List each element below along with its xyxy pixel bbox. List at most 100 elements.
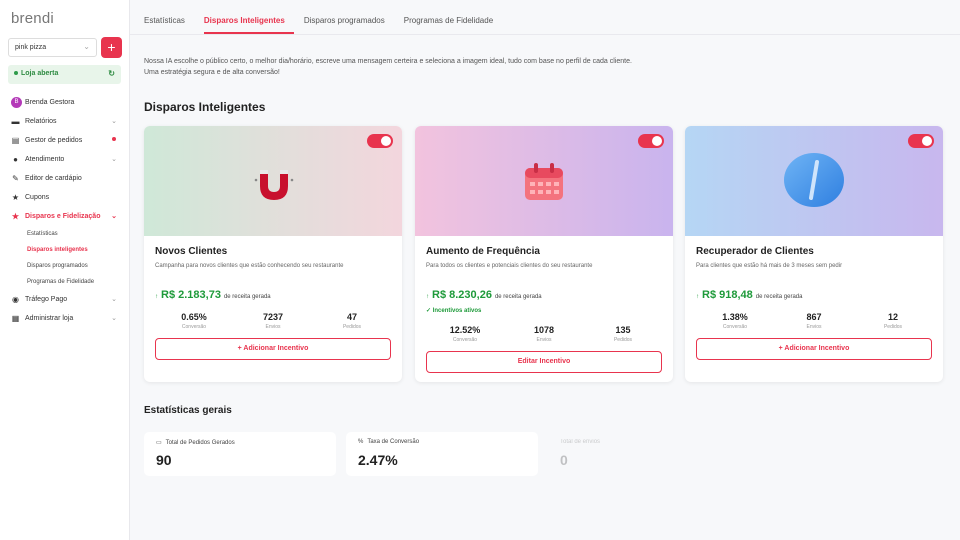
- chat-icon: ●: [13, 155, 18, 164]
- campaign-card-aumento-de-frequencia: Aumento de Frequência Para todos os clie…: [415, 126, 673, 382]
- stat-sends: 867 Envios: [775, 312, 853, 330]
- sidebar-item-label: Cupons: [25, 194, 50, 201]
- stat-label: Envios: [536, 337, 552, 343]
- stat-label: Conversão: [722, 324, 748, 330]
- card-title: Aumento de Frequência: [426, 246, 540, 257]
- sidebar-subitem-disparos-inteligentes[interactable]: Disparos inteligentes: [0, 243, 130, 259]
- card-title: Recuperador de Clientes: [696, 246, 814, 257]
- card-stats: 0.65% Conversão 7237 Envios 47 Pedidos: [155, 312, 391, 330]
- edit-incentive-button[interactable]: Editar Incentivo: [426, 351, 662, 373]
- add-incentive-button[interactable]: + Adicionar Incentivo: [155, 338, 391, 360]
- receipt-icon: ▭: [156, 440, 162, 446]
- sidebar-item-cupons[interactable]: ★ Cupons: [0, 189, 130, 208]
- chevron-down-icon: ⌄: [83, 42, 90, 51]
- stat-value: 12: [887, 312, 898, 322]
- store-icon: ▦: [11, 314, 20, 323]
- card-revenue: ↑ R$ 8.230,26 de receita gerada: [426, 289, 542, 301]
- campaign-toggle[interactable]: [908, 134, 934, 148]
- arrow-up-icon: ↑: [155, 294, 158, 300]
- sidebar-item-label: Relatórios: [25, 118, 57, 125]
- sidebar-item-gestor-de-pedidos[interactable]: ▤ Gestor de pedidos: [0, 132, 130, 151]
- calendar-icon: [525, 163, 563, 200]
- card-description: Campanha para novos clientes que estão c…: [155, 263, 344, 269]
- brand-logo[interactable]: brendi: [11, 10, 54, 27]
- chevron-down-icon: ⌄: [111, 156, 117, 163]
- revenue-value: R$ 918,48: [702, 289, 753, 301]
- stat-card-label: Total de Pedidos Gerados: [165, 440, 235, 446]
- avatar: B: [11, 97, 22, 108]
- intro-line-2: Uma estratégia segura e de alta conversã…: [144, 69, 280, 76]
- store-select[interactable]: pink pizza ⌄: [8, 38, 97, 57]
- arrow-up-icon: ↑: [426, 294, 429, 300]
- tab-disparos-inteligentes[interactable]: Disparos Inteligentes: [203, 0, 294, 34]
- stat-label: Envios: [806, 324, 822, 330]
- add-incentive-button[interactable]: + Adicionar Incentivo: [696, 338, 932, 360]
- refresh-icon[interactable]: ↻: [108, 69, 115, 78]
- sidebar-item-label: Editor de cardápio: [25, 175, 82, 182]
- stat-orders: 12 Pedidos: [854, 312, 932, 330]
- campaign-card-novos-clientes: Novos Clientes Campanha para novos clien…: [144, 126, 402, 382]
- stat-value: 1.38%: [722, 312, 748, 322]
- card-stats: 12.52% Conversão 1078 Envios 135 Pedidos: [426, 325, 662, 343]
- sidebar-item-disparos-e-fidelizacao[interactable]: ★ Disparos e Fidelização ⌄: [0, 208, 130, 227]
- sidebar-subitem-estatisticas[interactable]: Estatísticas: [0, 227, 130, 243]
- sidebar-item-relatorios[interactable]: ▬ Relatórios ⌄: [0, 113, 130, 132]
- status-dot-icon: [14, 71, 18, 76]
- stat-orders: 135 Pedidos: [584, 325, 662, 343]
- user-name: Brenda Gestora: [25, 99, 75, 106]
- stat-value: 867: [806, 312, 822, 322]
- stat-card-total-envios: Total de envios 0: [548, 432, 740, 476]
- stat-card-total-pedidos: ▭ Total de Pedidos Gerados 90: [144, 432, 336, 476]
- stat-label: Envios: [265, 324, 281, 330]
- sidebar-item-user[interactable]: B Brenda Gestora: [0, 94, 130, 113]
- incentive-active-badge: ✓ Incentivos ativos: [426, 307, 481, 314]
- stat-card-label: Total de envios: [560, 439, 601, 445]
- card-revenue: ↑ R$ 2.183,73 de receita gerada: [155, 289, 271, 301]
- store-status-label: Loja aberta: [21, 70, 59, 77]
- card-title: Novos Clientes: [155, 246, 228, 257]
- add-button[interactable]: +: [101, 37, 122, 58]
- sidebar-item-administrar-loja[interactable]: ▦ Administrar loja ⌄: [0, 310, 130, 329]
- stat-orders: 47 Pedidos: [313, 312, 391, 330]
- store-name: pink pizza: [15, 44, 47, 51]
- sidebar-item-editor-de-cardapio[interactable]: ✎ Editor de cardápio: [0, 170, 130, 189]
- store-status-badge: Loja aberta ↻: [8, 65, 121, 84]
- stat-value: 12.52%: [449, 325, 481, 335]
- sidebar-item-trafego-pago[interactable]: ◉ Tráfego Pago ⌄: [0, 291, 130, 310]
- card-description: Para todos os clientes e potenciais clie…: [426, 263, 593, 269]
- campaign-card-recuperador-de-clientes: Recuperador de Clientes Para clientes qu…: [685, 126, 943, 382]
- chevron-down-icon: ⌄: [111, 118, 117, 125]
- stat-value: 135: [615, 325, 631, 335]
- sidebar-subitem-programas-de-fidelidade[interactable]: Programas de Fidelidade: [0, 275, 130, 291]
- stat-label: Pedidos: [613, 337, 633, 343]
- stat-value: 0.65%: [181, 312, 207, 322]
- stat-card-label: Taxa de Conversão: [367, 439, 420, 445]
- stat-value: 7237: [262, 312, 284, 322]
- tab-estatisticas[interactable]: Estatísticas: [144, 0, 194, 34]
- sidebar-item-label: Gestor de pedidos: [25, 137, 83, 144]
- magnet-icon: [254, 170, 294, 200]
- sidebar-item-label: Atendimento: [25, 156, 65, 163]
- stat-card-taxa-conversao: % Taxa de Conversão 2.47%: [346, 432, 538, 476]
- tab-bar: Estatísticas Disparos Inteligentes Dispa…: [144, 0, 512, 34]
- stat-label: Conversão: [452, 337, 478, 343]
- stat-conversion: 12.52% Conversão: [426, 325, 504, 343]
- stat-conversion: 0.65% Conversão: [155, 312, 233, 330]
- stat-sends: 1078 Envios: [505, 325, 583, 343]
- sidebar-subitem-disparos-programados[interactable]: Disparos programados: [0, 259, 130, 275]
- sidebar-item-atendimento[interactable]: ● Atendimento ⌄: [0, 151, 130, 170]
- revenue-value: R$ 2.183,73: [161, 289, 221, 301]
- notification-dot-icon: [112, 137, 116, 141]
- revenue-suffix: de receita gerada: [755, 294, 803, 300]
- stat-card-value: 2.47%: [358, 452, 398, 468]
- tab-disparos-programados[interactable]: Disparos programados: [304, 0, 394, 34]
- campaign-toggle[interactable]: [638, 134, 664, 148]
- tab-programas-de-fidelidade[interactable]: Programas de Fidelidade: [404, 0, 502, 34]
- chevron-down-icon: ⌄: [111, 315, 117, 322]
- stat-card-value: 0: [560, 452, 568, 468]
- arrow-up-icon: ↑: [696, 294, 699, 300]
- campaign-toggle[interactable]: [367, 134, 393, 148]
- stat-label: Pedidos: [883, 324, 903, 330]
- card-stats: 1.38% Conversão 867 Envios 12 Pedidos: [696, 312, 932, 330]
- incentive-active-label: Incentivos ativos: [432, 308, 482, 314]
